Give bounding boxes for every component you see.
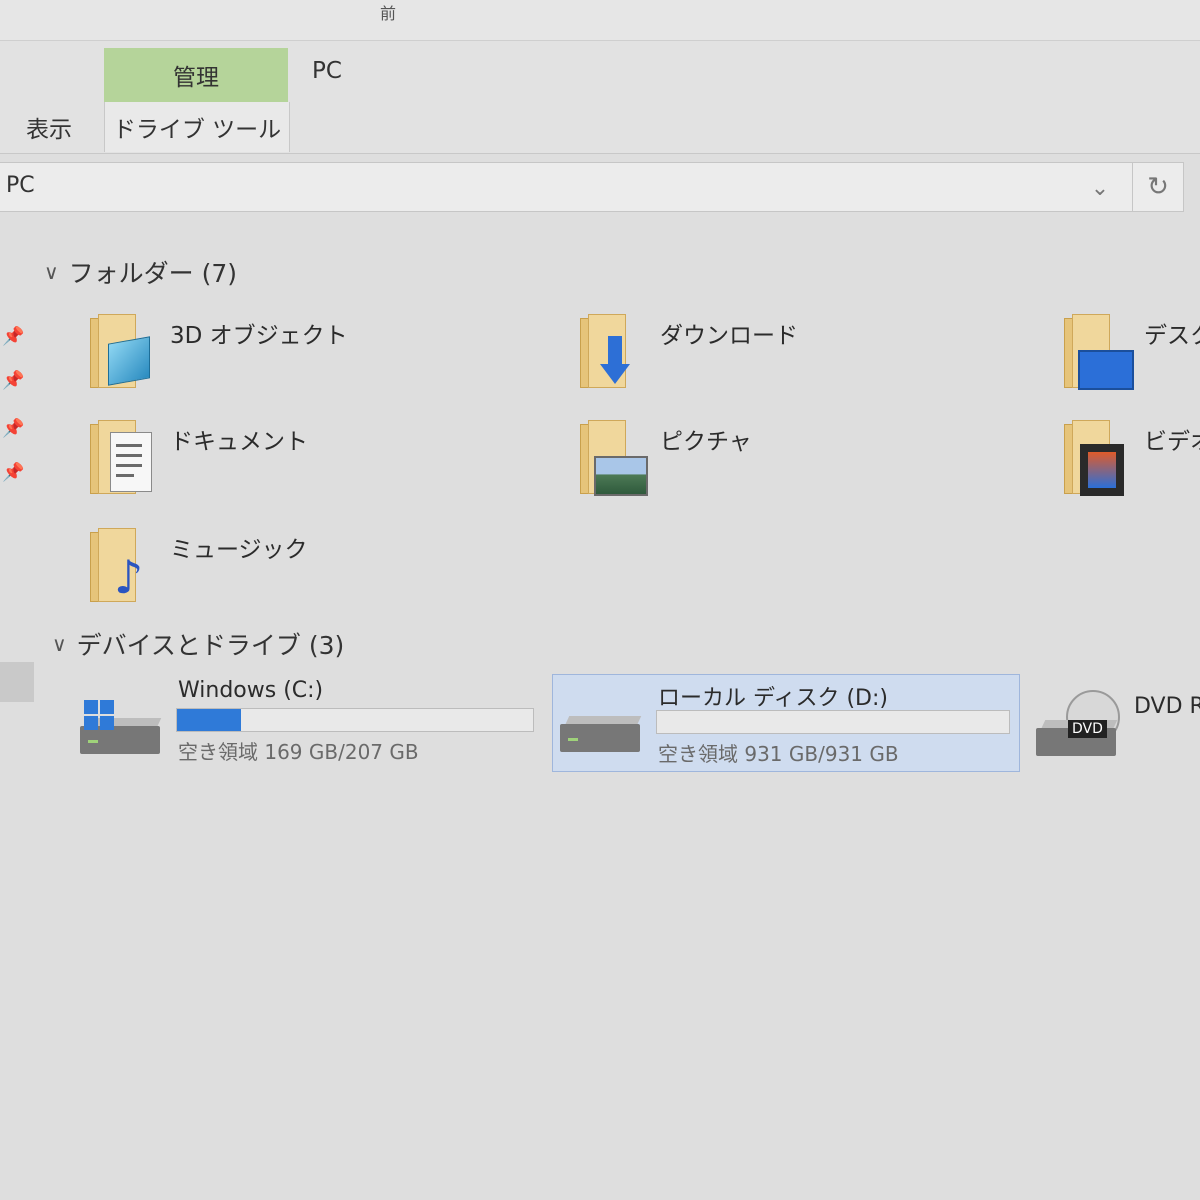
drive-d-free-space: 空き領域 931 GB/931 GB: [658, 742, 899, 766]
folders-section-title: フォルダー (7): [68, 259, 238, 288]
window-title: 前: [380, 4, 397, 23]
pin-icon: 📌: [2, 326, 25, 347]
videos-folder-icon: [1058, 416, 1134, 496]
drive-c-usage-bar: [176, 708, 534, 732]
title-bar: [0, 0, 1200, 41]
drives-section-header[interactable]: ∨ デバイスとドライブ (3): [52, 626, 344, 662]
folder-pictures[interactable]: ピクチャ: [574, 416, 752, 496]
address-path[interactable]: PC: [6, 173, 35, 198]
folder-label: ミュージック: [170, 537, 308, 563]
folder-label: デスク: [1144, 323, 1200, 349]
folders-section-header[interactable]: ∨ フォルダー (7): [44, 254, 237, 290]
chevron-down-icon: ∨: [52, 632, 67, 656]
drive-d-usage-bar: [656, 710, 1010, 734]
folder-label: ビデオ: [1144, 429, 1200, 455]
refresh-icon[interactable]: ↻: [1132, 162, 1184, 212]
pin-icon: 📌: [2, 370, 25, 391]
drive-c-name[interactable]: Windows (C:): [178, 678, 323, 703]
downloads-folder-icon: [574, 310, 650, 390]
dvd-drive-icon[interactable]: DVD: [1036, 690, 1126, 760]
folder-label: ピクチャ: [660, 429, 752, 455]
tab-manage-label: 管理: [173, 65, 219, 91]
folder-label: 3D オブジェクト: [170, 323, 348, 349]
folder-music[interactable]: ♪ ミュージック: [84, 524, 308, 604]
tab-pc[interactable]: PC: [312, 58, 342, 84]
tab-manage[interactable]: 管理: [104, 48, 288, 102]
folder-documents[interactable]: ドキュメント: [84, 416, 308, 496]
drive-c-free-space: 空き領域 169 GB/207 GB: [178, 740, 419, 764]
pin-icon: 📌: [2, 418, 25, 439]
dvd-drive-name[interactable]: DVD R: [1134, 694, 1200, 719]
3d-objects-folder-icon: [84, 310, 160, 390]
chevron-down-icon[interactable]: ⌄: [1084, 176, 1116, 204]
address-bar[interactable]: [0, 162, 1133, 212]
folder-desktop[interactable]: デスク: [1058, 310, 1200, 390]
nav-pane-item[interactable]: [0, 662, 34, 702]
desktop-folder-icon: [1058, 310, 1134, 390]
folder-label: ドキュメント: [170, 429, 308, 455]
folder-label: ダウンロード: [660, 323, 798, 349]
pin-icon: 📌: [2, 462, 25, 483]
tab-drive-tools-label: ドライブ ツール: [112, 117, 282, 143]
folder-downloads[interactable]: ダウンロード: [574, 310, 798, 390]
documents-folder-icon: [84, 416, 160, 496]
windows-drive-icon[interactable]: [80, 700, 170, 760]
chevron-down-icon: ∨: [44, 260, 59, 284]
drive-c-usage-fill: [177, 709, 242, 731]
folder-videos[interactable]: ビデオ: [1058, 416, 1200, 496]
tab-view[interactable]: 表示: [26, 110, 72, 144]
hard-drive-icon[interactable]: [560, 712, 650, 762]
pictures-folder-icon: [574, 416, 650, 496]
music-folder-icon: ♪: [84, 524, 160, 604]
drive-d-name[interactable]: ローカル ディスク (D:): [658, 680, 888, 712]
drives-section-title: デバイスとドライブ (3): [76, 631, 345, 660]
folder-3d-objects[interactable]: 3D オブジェクト: [84, 310, 348, 390]
tab-drive-tools[interactable]: ドライブ ツール: [104, 102, 290, 152]
